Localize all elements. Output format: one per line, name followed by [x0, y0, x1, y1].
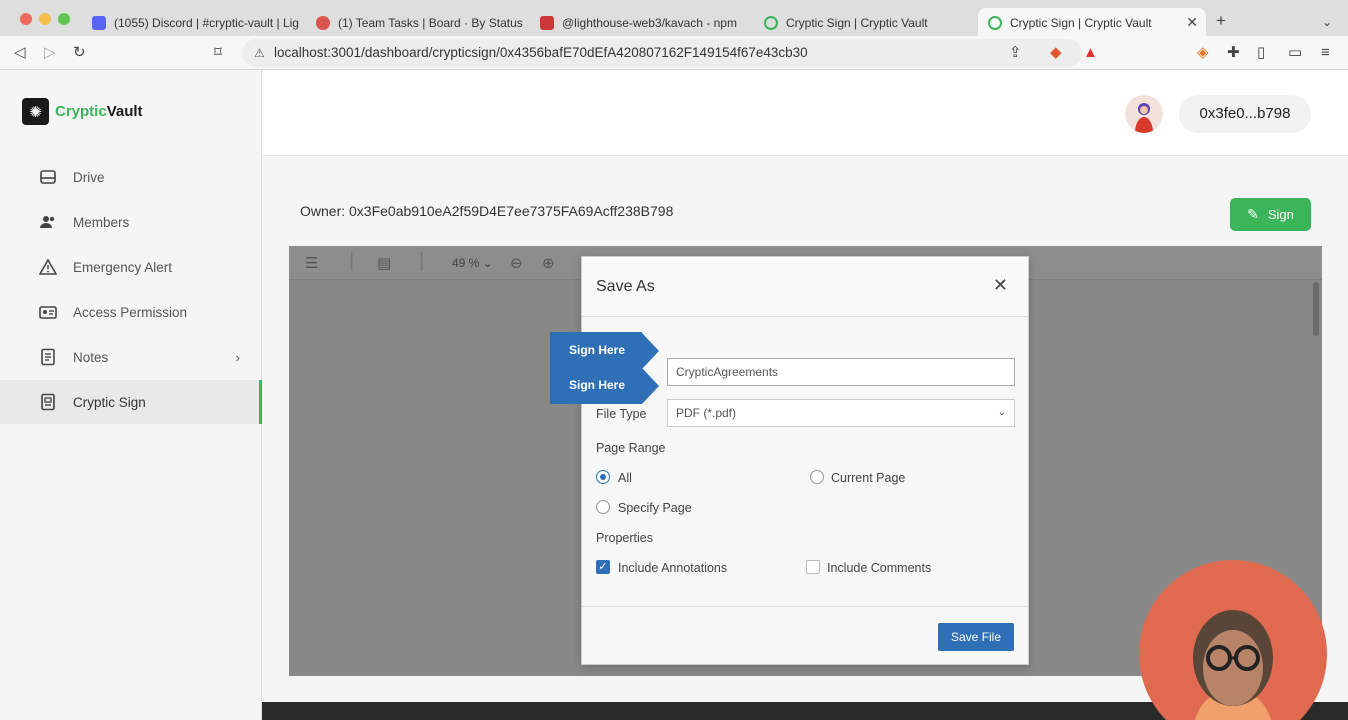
- radio-current-page-label: Current Page: [831, 471, 906, 485]
- access-icon: [38, 302, 58, 322]
- brave-rewards-icon[interactable]: ▲: [1083, 44, 1098, 62]
- share-icon[interactable]: ⇪: [1009, 44, 1022, 62]
- viewer-scrollbar[interactable]: [1313, 282, 1319, 336]
- hamburger-menu-icon[interactable]: ☰: [305, 254, 318, 272]
- sidebar-toggle-icon[interactable]: ▯: [1257, 44, 1265, 62]
- logo-icon: ✺: [22, 98, 49, 125]
- include-comments-checkbox[interactable]: [806, 560, 820, 574]
- new-tab-icon[interactable]: +: [1216, 12, 1226, 30]
- owner-address: Owner: 0x3Fe0ab910eA2f59D4E7ee7375FA69Ac…: [300, 203, 674, 219]
- tasks-icon: [316, 16, 330, 30]
- browser-tab-cryptic-sign-active[interactable]: Cryptic Sign | Cryptic Vault ✕: [978, 8, 1206, 38]
- file-type-label: File Type: [596, 407, 647, 421]
- bookmark-icon[interactable]: ⌑: [214, 44, 222, 62]
- sign-here-tag[interactable]: Sign Here: [550, 332, 659, 369]
- file-type-select[interactable]: PDF (*.pdf) ⌄: [667, 399, 1015, 427]
- tab-list-icon[interactable]: ⌄: [1322, 13, 1332, 31]
- wallet-address-button[interactable]: 0x3fe0...b798: [1179, 95, 1311, 133]
- app-header: 0x3fe0...b798: [263, 70, 1348, 156]
- forward-icon[interactable]: ▷: [44, 44, 56, 62]
- reload-icon[interactable]: ↻: [73, 44, 86, 62]
- close-tab-icon[interactable]: ✕: [1186, 14, 1198, 31]
- zoom-out-icon[interactable]: ⊖: [510, 254, 523, 272]
- sidebar-item-cryptic-sign[interactable]: Cryptic Sign: [0, 380, 262, 424]
- tag-arrow: [642, 332, 659, 369]
- window-maximize-button[interactable]: [58, 13, 70, 25]
- notes-icon: [38, 347, 58, 367]
- menu-icon[interactable]: ≡: [1321, 44, 1330, 62]
- sign-button[interactable]: ✎ Sign: [1230, 198, 1311, 231]
- zoom-in-icon[interactable]: ⊕: [542, 254, 555, 272]
- members-icon: [38, 212, 58, 232]
- properties-label: Properties: [596, 531, 653, 545]
- chevron-down-icon: ⌄: [997, 407, 1006, 418]
- dialog-footer: Save File: [582, 606, 1028, 664]
- pen-icon: ✎: [1247, 206, 1259, 222]
- sidebar: ✺ CrypticVault Drive Members Emergency A…: [0, 70, 262, 720]
- sidebar-item-emergency-alert[interactable]: Emergency Alert: [0, 245, 262, 289]
- cryptic-icon: [764, 16, 778, 30]
- app-logo[interactable]: ✺ CrypticVault: [22, 98, 143, 125]
- cryptic-icon: [988, 16, 1002, 30]
- site-info-icon[interactable]: ⚠: [254, 39, 265, 67]
- filename-input[interactable]: CrypticAgreements: [667, 358, 1015, 386]
- avatar[interactable]: [1125, 95, 1163, 133]
- sign-icon: [38, 392, 58, 412]
- npm-icon: [540, 16, 554, 30]
- include-annotations-checkbox[interactable]: ✓: [596, 560, 610, 574]
- save-as-dialog: Save As ✕ CrypticAgreements File Type PD…: [581, 256, 1029, 665]
- sidebar-item-notes[interactable]: Notes ›: [0, 335, 262, 379]
- window-close-button[interactable]: [20, 13, 32, 25]
- browser-tab-npm[interactable]: @lighthouse-web3/kavach - npm: [530, 8, 752, 38]
- browser-tab-cryptic-sign[interactable]: Cryptic Sign | Cryptic Vault: [754, 8, 976, 38]
- save-file-button[interactable]: Save File: [938, 623, 1014, 651]
- document-icon[interactable]: ▤: [377, 254, 391, 272]
- logo-text: CrypticVault: [55, 103, 143, 120]
- page-range-label: Page Range: [596, 441, 666, 455]
- browser-toolbar: ◁ ▷ ↻ ⌑ ⚠ localhost:3001/dashboard/crypt…: [0, 36, 1348, 70]
- browser-tab-discord[interactable]: (1055) Discord | #cryptic-vault | Lig: [82, 8, 304, 38]
- close-icon[interactable]: ✕: [993, 275, 1008, 296]
- alert-icon: [38, 257, 58, 277]
- extensions-icon[interactable]: ✚: [1227, 44, 1240, 62]
- include-annotations-label: Include Annotations: [618, 561, 728, 575]
- radio-all[interactable]: [596, 470, 610, 484]
- sidebar-item-access-permission[interactable]: Access Permission: [0, 290, 262, 334]
- radio-specify-page[interactable]: [596, 500, 610, 514]
- zoom-level-select[interactable]: 49 % ⌄: [452, 256, 493, 270]
- radio-current-page[interactable]: [810, 470, 824, 484]
- divider: |: [349, 250, 355, 272]
- window-minimize-button[interactable]: [39, 13, 51, 25]
- radio-specify-page-label: Specify Page: [618, 501, 692, 515]
- dialog-title: Save As: [596, 278, 655, 295]
- metamask-icon[interactable]: ◈: [1197, 44, 1209, 62]
- wallet-icon[interactable]: ▭: [1288, 44, 1302, 62]
- drive-icon: [38, 167, 58, 187]
- dialog-header: Save As ✕: [582, 257, 1028, 317]
- tag-arrow: [642, 367, 659, 404]
- include-comments-label: Include Comments: [827, 561, 932, 575]
- address-bar[interactable]: ⚠ localhost:3001/dashboard/crypticsign/0…: [242, 39, 1082, 67]
- back-icon[interactable]: ◁: [14, 44, 26, 62]
- browser-tab-team-tasks[interactable]: (1) Team Tasks | Board · By Status: [306, 8, 528, 38]
- sidebar-item-drive[interactable]: Drive: [0, 155, 262, 199]
- chevron-right-icon: ›: [235, 349, 240, 365]
- sidebar-item-members[interactable]: Members: [0, 200, 262, 244]
- brave-shield-icon[interactable]: ◆: [1050, 44, 1062, 62]
- divider: |: [419, 250, 425, 272]
- sign-here-tag[interactable]: Sign Here: [550, 367, 659, 404]
- radio-all-label: All: [618, 471, 632, 485]
- discord-icon: [92, 16, 106, 30]
